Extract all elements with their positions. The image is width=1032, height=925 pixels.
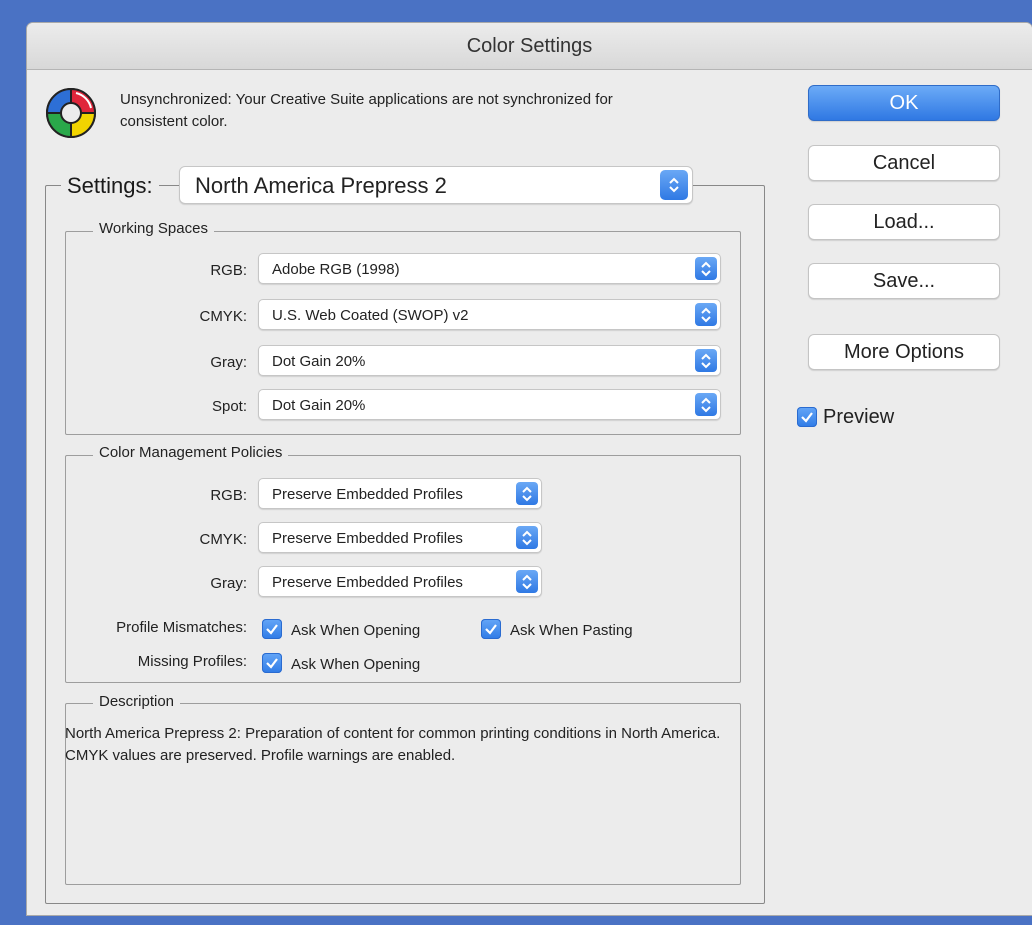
description-text: North America Prepress 2: Preparation of…: [65, 725, 721, 764]
ws-rgb-popup[interactable]: Adobe RGB (1998): [258, 253, 721, 284]
preview-label: Preview: [823, 406, 895, 428]
checkmark-icon: [266, 658, 278, 669]
ws-cmyk-label: CMYK:: [199, 308, 247, 325]
policy-gray-value: Preserve Embedded Profiles: [272, 574, 463, 591]
ok-button[interactable]: OK: [808, 85, 1000, 121]
chevron-updown-icon: [695, 257, 717, 280]
mismatch-ask-pasting-label: Ask When Pasting: [510, 622, 633, 639]
settings-popup[interactable]: North America Prepress 2: [179, 166, 693, 204]
description-legend: Description: [93, 693, 181, 710]
profile-mismatches-label: Profile Mismatches:: [116, 619, 247, 636]
policy-rgb-value: Preserve Embedded Profiles: [272, 486, 463, 503]
chevron-updown-icon: [516, 570, 538, 593]
mismatch-ask-pasting-checkbox[interactable]: [481, 619, 501, 639]
cancel-button[interactable]: Cancel: [808, 145, 1000, 181]
preview-checkbox[interactable]: [797, 407, 817, 427]
missing-ask-opening-label: Ask When Opening: [291, 656, 421, 673]
ws-rgb-value: Adobe RGB (1998): [272, 261, 400, 278]
working-spaces-legend: Working Spaces: [93, 220, 214, 237]
save-button[interactable]: Save...: [808, 263, 1000, 299]
ws-gray-value: Dot Gain 20%: [272, 353, 366, 370]
ws-spot-value: Dot Gain 20%: [272, 397, 366, 414]
policy-cmyk-value: Preserve Embedded Profiles: [272, 530, 463, 547]
chevron-updown-icon: [660, 170, 688, 200]
policies-legend: Color Management Policies: [93, 444, 289, 461]
checkmark-icon: [485, 624, 497, 635]
window-title: Color Settings: [27, 23, 1032, 70]
ws-rgb-label: RGB:: [210, 262, 247, 279]
policy-gray-label: Gray:: [210, 575, 247, 592]
checkmark-icon: [801, 412, 813, 423]
ws-cmyk-popup[interactable]: U.S. Web Coated (SWOP) v2: [258, 299, 721, 330]
ws-gray-label: Gray:: [210, 354, 247, 371]
ws-spot-popup[interactable]: Dot Gain 20%: [258, 389, 721, 420]
chevron-updown-icon: [695, 393, 717, 416]
missing-ask-opening-checkbox[interactable]: [262, 653, 282, 673]
chevron-updown-icon: [516, 526, 538, 549]
policy-cmyk-popup[interactable]: Preserve Embedded Profiles: [258, 522, 542, 553]
policy-cmyk-label: CMYK:: [199, 531, 247, 548]
missing-profiles-label: Missing Profiles:: [137, 653, 247, 670]
color-settings-dialog: Color Settings Unsynchronized: Your Crea…: [27, 23, 1032, 915]
chevron-updown-icon: [695, 303, 717, 326]
settings-value: North America Prepress 2: [195, 173, 447, 198]
chevron-updown-icon: [516, 482, 538, 505]
color-sync-icon: [45, 87, 97, 139]
mismatch-ask-opening-label: Ask When Opening: [291, 622, 421, 639]
policy-rgb-label: RGB:: [210, 487, 247, 504]
settings-label: Settings:: [61, 173, 159, 199]
checkmark-icon: [266, 624, 278, 635]
ws-gray-popup[interactable]: Dot Gain 20%: [258, 345, 721, 376]
policy-rgb-popup[interactable]: Preserve Embedded Profiles: [258, 478, 542, 509]
mismatch-ask-opening-checkbox[interactable]: [262, 619, 282, 639]
ws-spot-label: Spot:: [211, 398, 247, 415]
policy-gray-popup[interactable]: Preserve Embedded Profiles: [258, 566, 542, 597]
more-options-button[interactable]: More Options: [808, 334, 1000, 370]
load-button[interactable]: Load...: [808, 204, 1000, 240]
chevron-updown-icon: [695, 349, 717, 372]
ws-cmyk-value: U.S. Web Coated (SWOP) v2: [272, 307, 469, 324]
sync-message: Unsynchronized: Your Creative Suite appl…: [120, 91, 613, 130]
